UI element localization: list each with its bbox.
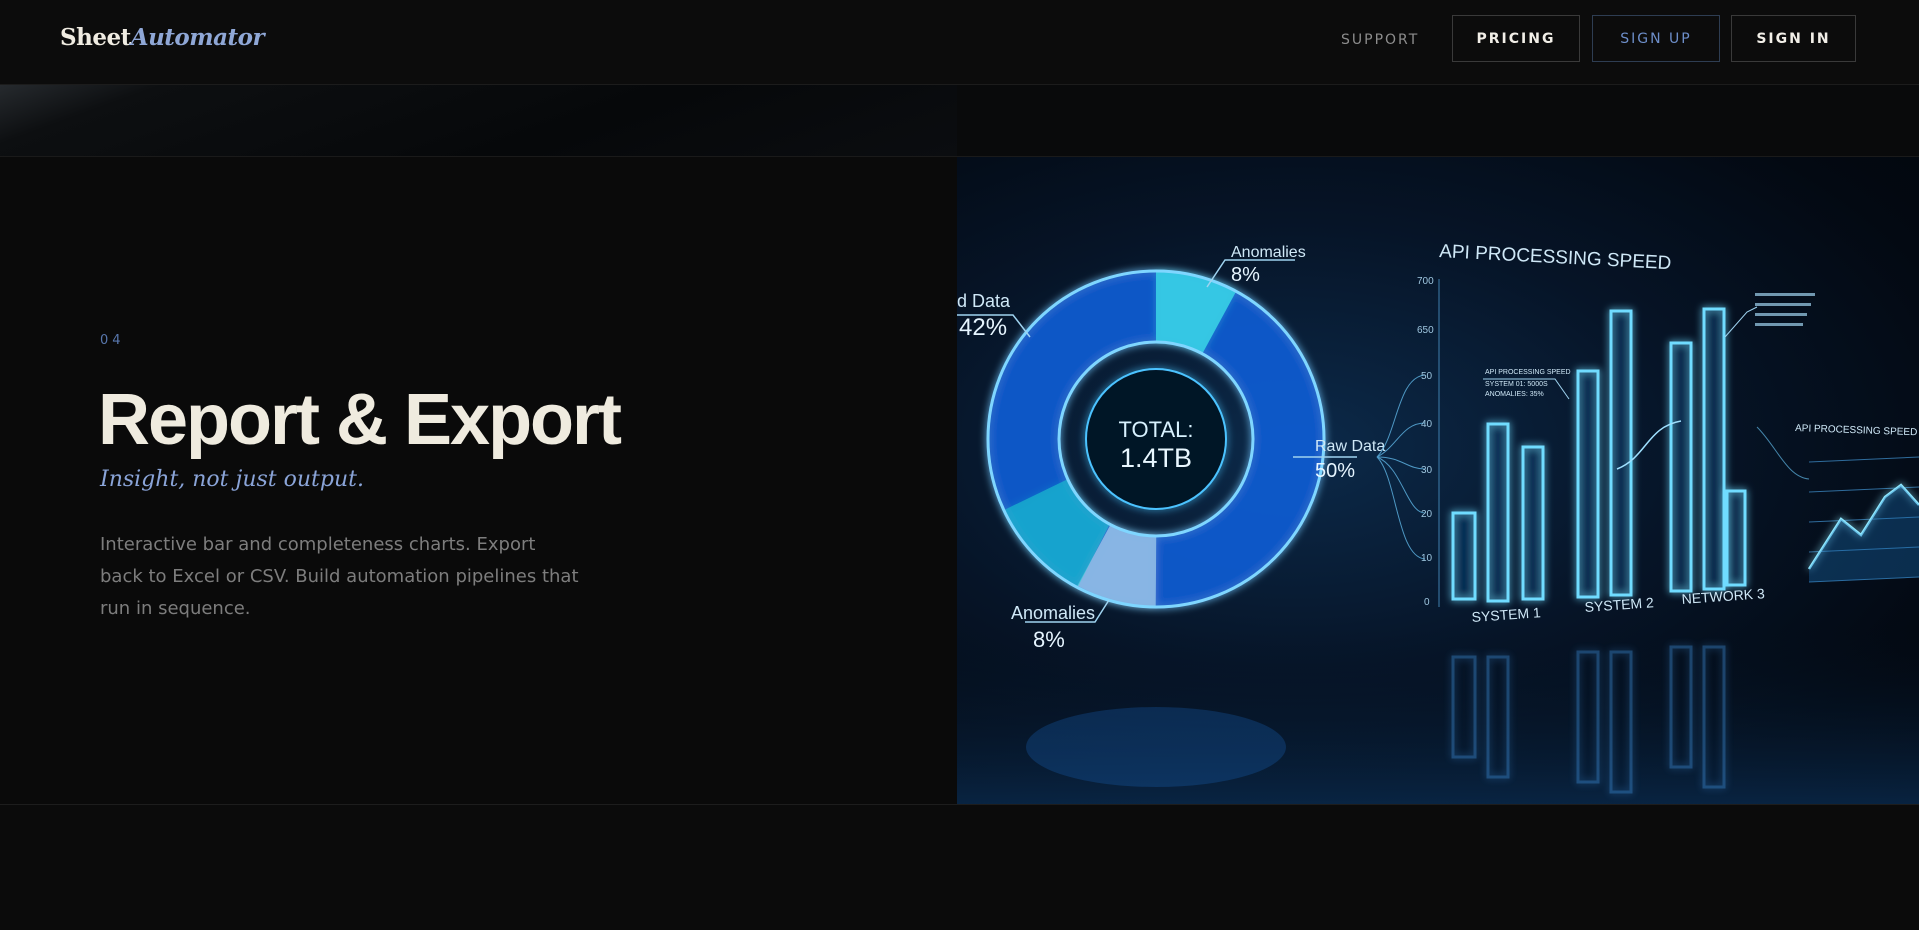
previous-section-edge <box>0 85 1919 157</box>
svg-text:650: 650 <box>1417 325 1434 336</box>
connector-fan <box>1376 374 1426 560</box>
top-anomalies-pct: 8% <box>1231 264 1260 286</box>
signin-button[interactable]: SIGN IN <box>1731 15 1856 62</box>
svg-text:ANOMALIES: 35%: ANOMALIES: 35% <box>1485 391 1544 398</box>
feature-description: Interactive bar and completeness charts.… <box>100 534 579 619</box>
donut-total-value: 1.4TB <box>1120 443 1192 473</box>
bottom-anomalies-pct: 8% <box>1033 627 1065 652</box>
svg-text:40: 40 <box>1421 419 1433 430</box>
bar-chart-y-axis: 700 650 50 40 30 20 10 0 <box>1417 276 1434 608</box>
donut-total-label: TOTAL: <box>1119 417 1194 442</box>
svg-text:700: 700 <box>1417 276 1434 287</box>
dashboard-hologram-illustration: TOTAL: 1.4TB Anomalies 8% d Data 42% Raw… <box>957 241 1919 804</box>
feature-title: Report & Export <box>98 380 622 460</box>
left-data-label: d Data <box>957 291 1011 311</box>
bar-chart-bars <box>1451 307 1747 603</box>
pricing-button[interactable]: PRICING <box>1452 15 1580 62</box>
annotation-legend-line <box>1724 306 1758 338</box>
svg-text:SYSTEM 2: SYSTEM 2 <box>1584 594 1654 615</box>
signup-button[interactable]: SIGN UP <box>1592 15 1720 62</box>
donut-reflection <box>1026 707 1286 787</box>
previous-section-image <box>0 85 957 156</box>
previous-section-panel <box>957 85 1919 156</box>
mini-chart-area <box>1809 485 1919 582</box>
raw-data-label: Raw Data <box>1315 438 1385 455</box>
brand-name-part1: Sheet <box>60 24 131 51</box>
support-link[interactable]: SUPPORT <box>1341 32 1419 48</box>
top-anomalies-label: Anomalies <box>1231 244 1306 261</box>
svg-text:30: 30 <box>1421 465 1433 476</box>
feature-number: 04 <box>100 333 125 348</box>
donut-segment-bottom <box>1077 523 1158 606</box>
svg-text:NETWORK 3: NETWORK 3 <box>1681 585 1765 607</box>
bar-chart-title: API PROCESSING SPEED <box>1439 241 1672 274</box>
annotation-legend-bullets <box>1755 293 1815 326</box>
svg-text:SYSTEM 01: 5000S: SYSTEM 01: 5000S <box>1485 381 1548 388</box>
svg-text:20: 20 <box>1421 509 1433 520</box>
svg-text:50: 50 <box>1421 371 1433 382</box>
brand-name-part2: Automator <box>130 24 265 51</box>
feature-tagline: Insight, not just output. <box>100 467 364 492</box>
svg-text:10: 10 <box>1421 553 1433 564</box>
svg-text:API PROCESSING SPEED: API PROCESSING SPEED <box>1485 369 1571 376</box>
mini-chart-title: API PROCESSING SPEED <box>1795 423 1918 438</box>
left-data-pct: 42% <box>959 314 1007 341</box>
feature-section-report-export: 04 Report & Export Insight, not just out… <box>0 157 1919 805</box>
svg-text:0: 0 <box>1424 597 1430 608</box>
feature-illustration: TOTAL: 1.4TB Anomalies 8% d Data 42% Raw… <box>957 157 1919 804</box>
next-section-area <box>0 805 1919 930</box>
mini-chart-connector <box>1756 426 1810 480</box>
svg-text:SYSTEM 1: SYSTEM 1 <box>1471 604 1541 625</box>
brand-logo[interactable]: SheetAutomator <box>60 24 265 51</box>
top-navigation: SheetAutomator SUPPORT PRICING SIGN UP S… <box>0 0 1919 85</box>
donut-segment-top <box>1154 272 1236 355</box>
bottom-anomalies-label: Anomalies <box>1011 603 1095 623</box>
raw-data-pct: 50% <box>1315 460 1355 482</box>
